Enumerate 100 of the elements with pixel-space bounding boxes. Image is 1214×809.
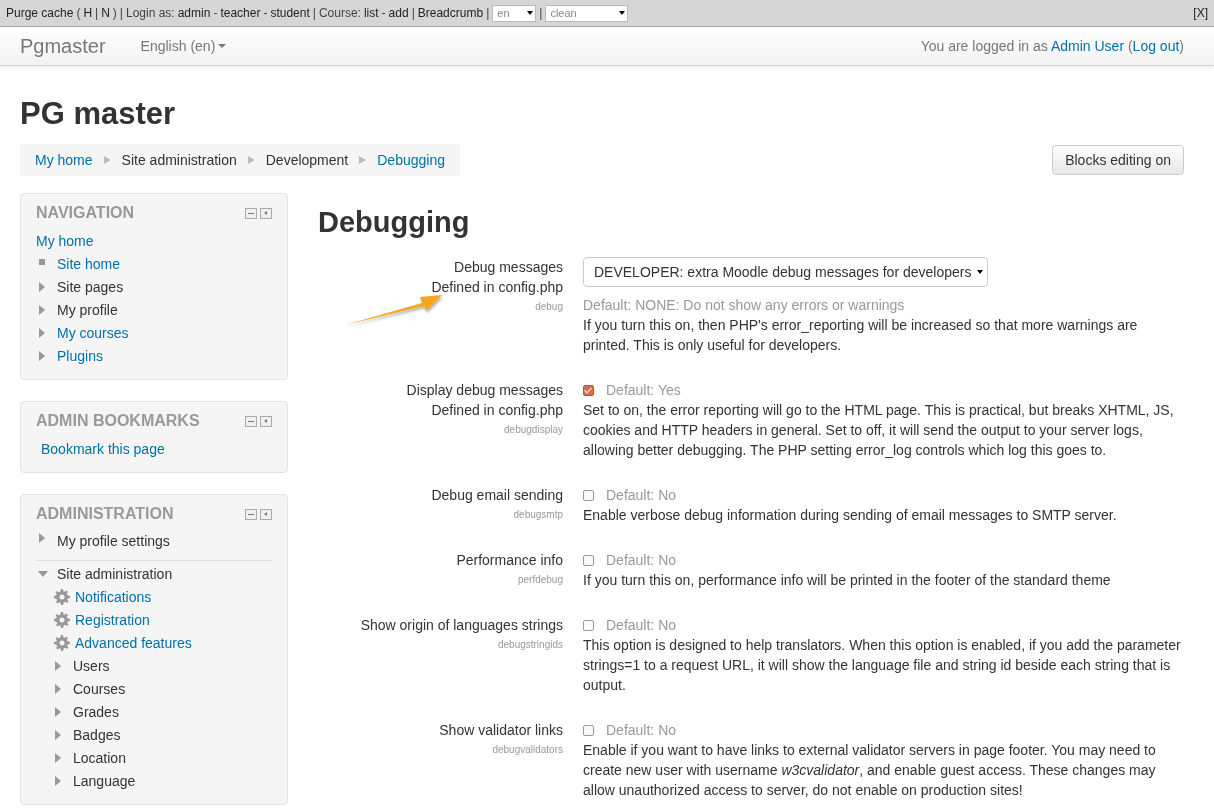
debug-text: )	[112, 6, 117, 20]
debug-select[interactable]: clean	[545, 4, 629, 22]
setting-name: debugstringids	[496, 638, 563, 652]
block-title: ADMINISTRATION	[36, 505, 174, 523]
debug-text: Login as:	[126, 6, 175, 20]
gear-icon	[54, 634, 70, 651]
tree-link[interactable]: Notifications	[75, 588, 152, 605]
setting-name: debugvalidators	[491, 743, 563, 757]
tree-item[interactable]: Location	[73, 749, 126, 766]
logout-link[interactable]: Log out	[1132, 38, 1180, 54]
tree-item[interactable]: Badges	[73, 726, 121, 743]
tree-link[interactable]: Registration	[75, 611, 150, 628]
setting-name: perfdebug	[516, 573, 563, 587]
debug-text: |	[95, 6, 99, 20]
setting-description: Enable verbose debug information during sending of email messages to SMTP server.	[583, 506, 1118, 525]
block-title: NAVIGATION	[36, 204, 135, 222]
path-link[interactable]: My home	[35, 152, 93, 168]
collapsed-arrow-icon[interactable]	[55, 729, 61, 740]
setting-name: debugsmtp	[512, 508, 563, 522]
close-link[interactable]: [X]	[1193, 6, 1208, 20]
tree-item[interactable]: Courses	[73, 680, 126, 697]
tree-link[interactable]: My home	[36, 232, 94, 249]
dock-icon[interactable]	[260, 415, 272, 427]
gear-icon	[54, 611, 70, 628]
tree-item[interactable]: Site administration	[57, 565, 173, 582]
collapsed-arrow-icon[interactable]	[39, 533, 45, 543]
defined-note: Defined in config.php	[430, 401, 563, 420]
debug-level-select[interactable]: DEVELOPER: extra Moodle debug messages for developers	[583, 257, 989, 287]
default-value: Default: Yes	[606, 381, 681, 400]
tree-item[interactable]: Language	[73, 772, 136, 789]
tree-link[interactable]: Site home	[57, 255, 121, 272]
checkbox[interactable]	[583, 554, 594, 566]
setting-description: Enable if you want to have links to external validator servers in page footer. You may need to create new user with username w3cvalidator, and enable guest access. These changes may allow unauthorized access to server, do not enable on production sites!	[583, 741, 1157, 800]
path-text: Site administration	[121, 152, 237, 168]
collapsed-arrow-icon[interactable]	[55, 752, 61, 763]
minimize-icon[interactable]	[245, 415, 257, 427]
setting-description: If you turn this on, then PHP's error_reporting will be increased so that more warnings are printed. This is only useful for developers.	[583, 316, 1139, 355]
debug-text: (	[76, 6, 81, 20]
breadcrumb-separator-icon	[103, 156, 111, 164]
collapsed-arrow-icon[interactable]	[39, 327, 45, 338]
collapsed-arrow-icon[interactable]	[39, 304, 45, 315]
collapsed-arrow-icon[interactable]	[55, 660, 61, 671]
collapsed-arrow-icon[interactable]	[55, 706, 61, 717]
section-heading: Debugging	[318, 205, 471, 239]
login-info: You are logged in as Admin User (Log out)	[920, 38, 1184, 54]
debug-text: |	[312, 6, 316, 20]
tree-link[interactable]: Advanced features	[75, 634, 192, 651]
site-brand[interactable]: Pgmaster	[20, 34, 106, 58]
bullet-icon	[39, 259, 45, 265]
setting-name: debug	[534, 300, 563, 314]
dock-icon[interactable]	[260, 508, 272, 520]
default-value: Default: No	[606, 616, 677, 635]
tree-link[interactable]: Bookmark this page	[36, 440, 165, 457]
language-menu[interactable]: English (en)	[140, 38, 227, 54]
tree-item[interactable]: Site pages	[57, 278, 124, 295]
debug-text: |	[119, 6, 123, 20]
default-value: Default: No	[606, 721, 677, 740]
breadcrumb-separator-icon	[247, 156, 255, 164]
setting-description: Set to on, the error reporting will go to the HTML page. This is practical, but breaks XHTML, JS, cookies and HTTP headers in general. Set to off, it will send the output to your server logs, allowing better debugging. The PHP setting error_log controls which log this goes to.	[583, 401, 1175, 460]
collapsed-arrow-icon[interactable]	[39, 350, 45, 361]
checkbox[interactable]	[583, 724, 594, 736]
dock-icon[interactable]	[260, 207, 272, 219]
debug-link[interactable]: student	[270, 6, 310, 20]
collapsed-arrow-icon[interactable]	[55, 775, 61, 786]
tree-link[interactable]: My courses	[57, 324, 129, 341]
tree-link[interactable]: Plugins	[57, 347, 103, 364]
setting-label: Performance info	[455, 551, 563, 570]
breadcrumb-separator-icon	[359, 156, 367, 164]
debug-text: |	[411, 6, 415, 20]
collapsed-arrow-icon[interactable]	[55, 683, 61, 694]
debug-link[interactable]: add	[388, 6, 409, 20]
debug-text: -	[213, 6, 218, 20]
debug-select[interactable]: en	[492, 4, 537, 22]
debug-text: -	[263, 6, 268, 20]
default-value: Default: No	[606, 486, 677, 505]
debug-link[interactable]: list	[363, 6, 379, 20]
minimize-icon[interactable]	[245, 508, 257, 520]
tree-item[interactable]: Grades	[73, 703, 119, 720]
checkbox[interactable]	[583, 384, 594, 396]
setting-label: Debug messages	[453, 258, 563, 277]
debug-link[interactable]: H	[83, 6, 93, 20]
debug-link[interactable]: Breadcrumb	[417, 6, 484, 20]
blocks-editing-button[interactable]: Blocks editing on	[1052, 145, 1184, 175]
checkbox[interactable]	[583, 489, 594, 501]
expanded-arrow-icon[interactable]	[38, 570, 48, 577]
tree-item[interactable]: Users	[73, 657, 110, 674]
tree-item[interactable]: My profile settings	[57, 533, 170, 549]
debug-link[interactable]: admin	[177, 6, 211, 20]
user-link[interactable]: Admin User	[1050, 38, 1125, 54]
checkbox[interactable]	[583, 619, 594, 631]
debug-link[interactable]: Purge cache	[6, 6, 74, 20]
minimize-icon[interactable]	[245, 207, 257, 219]
default-value: Default: No	[606, 551, 677, 570]
debug-link[interactable]: teacher	[220, 6, 261, 20]
debug-link[interactable]: N	[101, 6, 110, 20]
path-link[interactable]: Debugging	[377, 152, 445, 168]
tree-item[interactable]: My profile	[57, 301, 118, 318]
collapsed-arrow-icon[interactable]	[39, 281, 45, 292]
setting-label: Debug email sending	[430, 486, 563, 505]
setting-description: This option is designed to help translators. When this option is enabled, if you add the parameter strings=1 to a request URL, it will show the language file and string id beside each string that is output.	[583, 636, 1182, 695]
